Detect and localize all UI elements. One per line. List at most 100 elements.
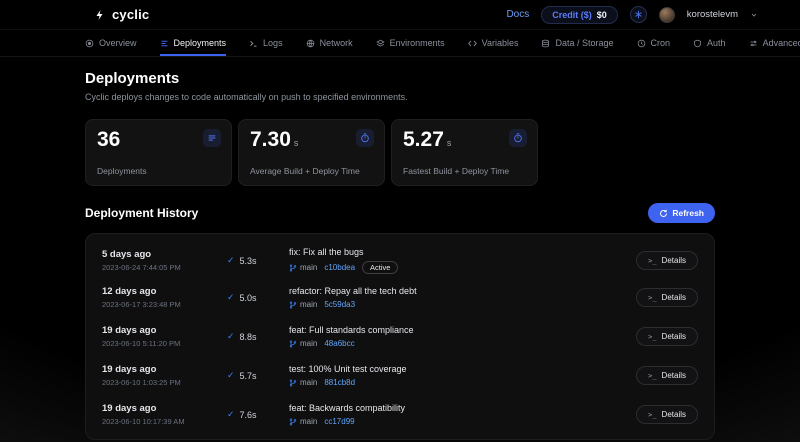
timer-icon	[356, 129, 374, 147]
deploy-age: 19 days ago	[102, 403, 227, 414]
page-title: Deployments	[85, 70, 715, 87]
deployments-icon	[160, 39, 169, 48]
deployment-row[interactable]: 19 days ago 2023-06-10 5:11:20 PM ✓ 8.8s…	[100, 317, 700, 356]
commit-hash-link[interactable]: 881cb8d	[324, 378, 355, 387]
credit-label: Credit ($)	[552, 10, 592, 20]
stat-value: 7.30	[250, 128, 291, 151]
layers-icon	[376, 39, 385, 48]
overview-icon	[85, 39, 94, 48]
stat-label: Fastest Build + Deploy Time	[403, 166, 509, 176]
shield-icon	[693, 39, 702, 48]
timer-icon	[509, 129, 527, 147]
code-brackets-icon	[468, 39, 477, 48]
nav-item-variables[interactable]: Variables	[468, 30, 519, 56]
deploy-timestamp: 2023-06-10 10:17:39 AM	[102, 417, 227, 426]
nav-item-logs[interactable]: Logs	[249, 30, 283, 56]
git-branch-icon	[289, 379, 297, 387]
details-button[interactable]: >_ Details	[636, 251, 698, 270]
commit-message: fix: Fix all the bugs	[289, 247, 636, 257]
logo-text: cyclic	[112, 7, 149, 22]
deployment-row[interactable]: 19 days ago 2023-06-10 1:03:25 PM ✓ 5.7s…	[100, 356, 700, 395]
deploy-age: 5 days ago	[102, 249, 227, 260]
refresh-button[interactable]: Refresh	[648, 203, 715, 223]
history-title: Deployment History	[85, 206, 198, 220]
stats-row: 36 Deployments 7.30s Average Build + Dep…	[85, 119, 715, 186]
git-branch-icon	[289, 340, 297, 348]
nav-item-deployments[interactable]: Deployments	[160, 30, 227, 56]
commit-hash-link[interactable]: c10bdea	[324, 263, 355, 272]
details-button[interactable]: >_ Details	[636, 405, 698, 424]
deploy-duration: 5.0s	[240, 293, 257, 303]
nav-item-environments[interactable]: Environments	[376, 30, 445, 56]
credit-value: $0	[597, 10, 607, 20]
branch-label: main	[289, 339, 317, 348]
deploy-age: 19 days ago	[102, 325, 227, 336]
top-header: cyclic Docs Credit ($) $0 korostelevm	[0, 0, 800, 30]
terminal-icon: >_	[648, 411, 656, 419]
username[interactable]: korostelevm	[687, 9, 738, 20]
snowflake-icon	[634, 10, 643, 19]
commit-hash-link[interactable]: 5c59da3	[324, 300, 355, 309]
deploy-timestamp: 2023-06-10 5:11:20 PM	[102, 339, 227, 348]
check-icon: ✓	[227, 370, 235, 381]
deploy-age: 19 days ago	[102, 364, 227, 375]
user-avatar[interactable]	[659, 7, 675, 23]
branch-label: main	[289, 378, 317, 387]
commit-message: refactor: Repay all the tech debt	[289, 286, 636, 296]
stat-label: Deployments	[97, 166, 147, 176]
commit-message: feat: Full standards compliance	[289, 325, 636, 335]
nav-item-advanced[interactable]: Advanced	[749, 30, 800, 56]
snowflake-button[interactable]	[630, 6, 647, 23]
details-button[interactable]: >_ Details	[636, 327, 698, 346]
nav-item-cron[interactable]: Cron	[637, 30, 671, 56]
list-icon	[203, 129, 221, 147]
credit-button[interactable]: Credit ($) $0	[541, 6, 618, 24]
nav-item-overview[interactable]: Overview	[85, 30, 137, 56]
git-branch-icon	[289, 418, 297, 426]
bolt-icon	[94, 8, 106, 22]
nav-item-auth[interactable]: Auth	[693, 30, 726, 56]
app-page: cyclic Docs Credit ($) $0 korostelevm Ov…	[0, 0, 800, 442]
branch-label: main	[289, 300, 317, 309]
active-badge: Active	[362, 261, 398, 274]
terminal-icon: >_	[648, 257, 656, 265]
deploy-age: 12 days ago	[102, 286, 227, 297]
deployment-history-panel: 5 days ago 2023-06-24 7:44:05 PM ✓ 5.3s …	[85, 233, 715, 440]
nav-item-data-storage[interactable]: Data / Storage	[541, 30, 613, 56]
deploy-duration: 8.8s	[240, 332, 257, 342]
database-icon	[541, 39, 550, 48]
terminal-icon: >_	[648, 372, 656, 380]
chevron-down-icon[interactable]	[750, 11, 758, 19]
commit-hash-link[interactable]: 48a6bcc	[324, 339, 354, 348]
cyclic-logo[interactable]: cyclic	[94, 7, 149, 22]
deployment-row[interactable]: 5 days ago 2023-06-24 7:44:05 PM ✓ 5.3s …	[100, 239, 700, 278]
page-subtitle: Cyclic deploys changes to code automatic…	[85, 92, 715, 102]
main-nav: Overview Deployments Logs Network Enviro…	[0, 30, 800, 57]
git-branch-icon	[289, 301, 297, 309]
git-branch-icon	[289, 264, 297, 272]
check-icon: ✓	[227, 409, 235, 420]
deploy-timestamp: 2023-06-17 3:23:48 PM	[102, 300, 227, 309]
terminal-icon	[249, 39, 258, 48]
stat-value: 5.27	[403, 128, 444, 151]
branch-label: main	[289, 417, 317, 426]
stat-card-average-time: 7.30s Average Build + Deploy Time	[238, 119, 385, 186]
nav-item-network[interactable]: Network	[306, 30, 353, 56]
commit-message: feat: Backwards compatibility	[289, 403, 636, 413]
docs-link[interactable]: Docs	[506, 9, 529, 20]
main-content: Deployments Cyclic deploys changes to co…	[85, 70, 715, 440]
stat-card-fastest-time: 5.27s Fastest Build + Deploy Time	[391, 119, 538, 186]
branch-label: main	[289, 263, 317, 272]
sliders-icon	[749, 39, 758, 48]
stat-card-deployments: 36 Deployments	[85, 119, 232, 186]
stat-label: Average Build + Deploy Time	[250, 166, 360, 176]
deploy-duration: 7.6s	[240, 410, 257, 420]
details-button[interactable]: >_ Details	[636, 366, 698, 385]
check-icon: ✓	[227, 292, 235, 303]
commit-hash-link[interactable]: cc17d99	[324, 417, 354, 426]
deployment-row[interactable]: 19 days ago 2023-06-10 10:17:39 AM ✓ 7.6…	[100, 395, 700, 434]
deploy-timestamp: 2023-06-24 7:44:05 PM	[102, 263, 227, 272]
deployment-row[interactable]: 12 days ago 2023-06-17 3:23:48 PM ✓ 5.0s…	[100, 278, 700, 317]
details-button[interactable]: >_ Details	[636, 288, 698, 307]
check-icon: ✓	[227, 331, 235, 342]
